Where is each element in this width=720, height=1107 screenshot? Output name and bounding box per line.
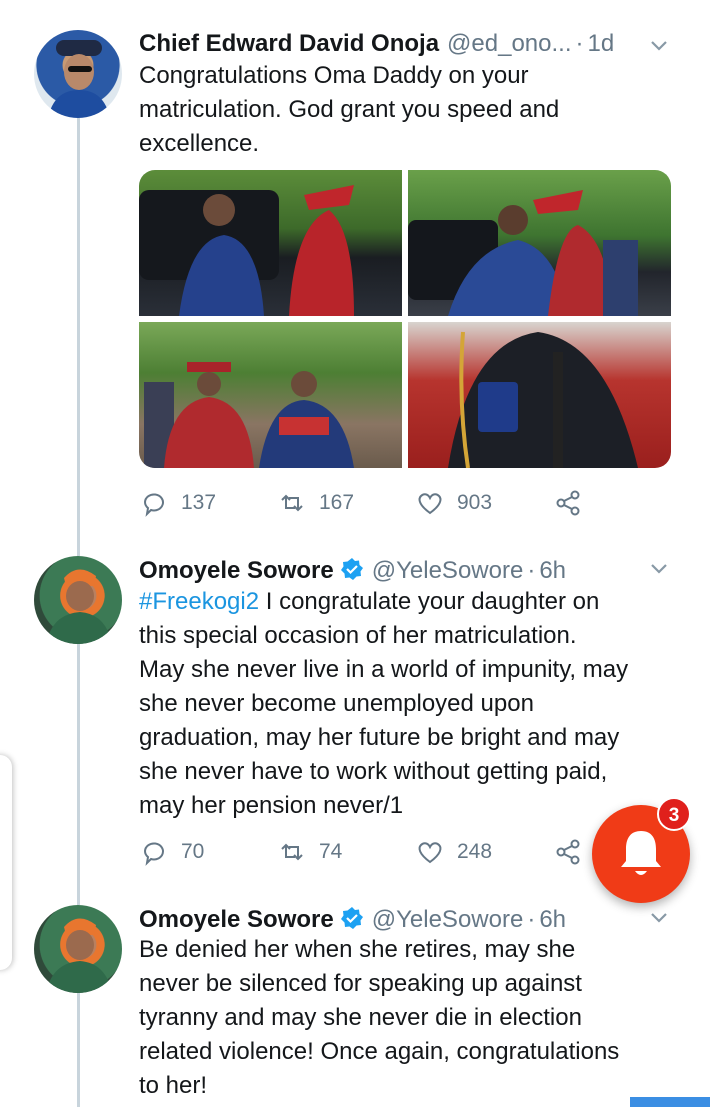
timestamp[interactable]: 1d [588,30,615,58]
media-grid[interactable] [139,170,671,468]
reply-button[interactable]: 137 [139,488,277,518]
thread-line [77,118,80,556]
like-button[interactable]: 903 [415,488,553,518]
share-icon [556,490,580,516]
avatar-photo [46,918,112,993]
tweet-text: Congratulations Oma Daddy on your matric… [139,62,560,157]
hashtag-link[interactable]: #Freekogi2 [139,588,259,615]
author-name[interactable]: Omoyele Sowore [139,557,334,585]
reply-icon [143,493,164,517]
tweet-actions: 70 74 248 [139,837,619,867]
author-handle[interactable]: @ed_ono... [447,30,571,58]
tweet-text: Be denied her when she retires, may she … [139,936,620,1099]
tweet-body: I congratulate your daughter on this spe… [139,588,629,819]
retweet-icon [281,843,303,861]
reply-count: 137 [181,491,217,514]
like-count: 903 [457,491,493,514]
bell-icon [621,831,661,875]
photo-group[interactable] [139,322,402,468]
separator: · [575,30,584,57]
tweet-header: Omoyele Sowore @YeleSowore · 6h [139,903,566,934]
avatar[interactable] [34,30,122,118]
retweet-count: 74 [319,840,343,863]
photo-hug-2[interactable] [408,170,671,316]
tweet-header: Omoyele Sowore @YeleSowore · 6h [139,554,566,585]
verified-badge-icon [340,907,363,929]
verified-badge-icon [340,558,363,580]
like-button[interactable]: 248 [415,837,553,867]
author-name[interactable]: Chief Edward David Onoja [139,30,439,58]
author-name[interactable]: Omoyele Sowore [139,906,334,934]
retweet-button[interactable]: 167 [277,488,415,518]
thread-line [77,993,80,1107]
reply-icon [143,842,164,866]
photo-hug-1[interactable] [139,170,402,316]
share-button[interactable] [553,488,595,518]
avatar[interactable] [34,556,122,644]
author-handle[interactable]: @YeleSowore [372,906,524,934]
side-panel-edge[interactable] [0,755,12,970]
retweet-button[interactable]: 74 [277,837,415,867]
bottom-bar [630,1097,710,1107]
timestamp[interactable]: 6h [539,906,566,934]
reply-button[interactable]: 70 [139,837,277,867]
tweet-actions: 137 167 903 [139,488,619,518]
photo-closeup[interactable] [408,322,671,468]
tweet-text: #Freekogi2 I congratulate your daughter … [139,585,679,823]
share-button[interactable] [553,837,595,867]
avatar[interactable] [34,905,122,993]
like-count: 248 [457,840,493,863]
retweet-count: 167 [319,491,355,514]
tweet-header: Chief Edward David Onoja @ed_ono... · 1d [139,30,614,58]
separator: · [527,557,536,584]
heart-icon [418,493,442,515]
heart-icon [418,842,442,864]
timestamp[interactable]: 6h [539,557,566,585]
chevron-down-icon[interactable] [648,34,670,56]
separator: · [527,906,536,933]
avatar-photo [48,40,110,118]
thread-line [77,644,80,905]
share-icon [556,839,580,865]
chevron-down-icon[interactable] [648,557,670,579]
chevron-down-icon[interactable] [648,906,670,928]
reply-count: 70 [181,840,205,863]
avatar-photo [46,569,112,644]
author-handle[interactable]: @YeleSowore [372,557,524,585]
retweet-icon [281,494,303,512]
notification-count-badge: 3 [657,797,691,831]
